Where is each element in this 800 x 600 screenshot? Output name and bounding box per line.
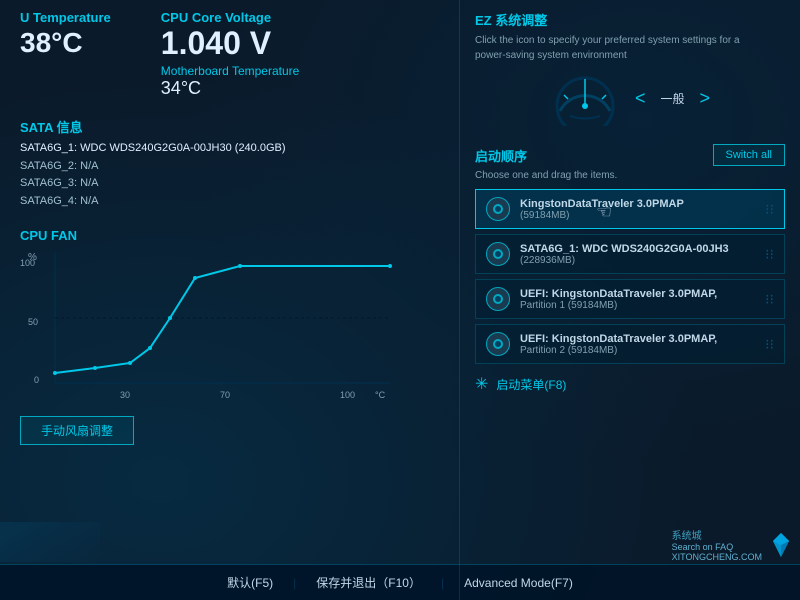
fan-title: CPU FAN bbox=[20, 228, 439, 243]
boot-item-2-text: SATA6G_1: WDC WDS240G2G0A-00JH3 (228936M… bbox=[520, 243, 765, 266]
boot-header: 启动顺序 Switch all bbox=[475, 144, 785, 166]
boot-title: 启动顺序 bbox=[475, 146, 527, 165]
right-panel: EZ 系统调整 Click the icon to specify your p… bbox=[460, 0, 800, 600]
boot-icon-4 bbox=[486, 332, 510, 356]
sata-item-3: SATA6G_3: N/A bbox=[20, 175, 439, 193]
svg-text:30: 30 bbox=[120, 390, 130, 400]
boot-device-3-name: UEFI: KingstonDataTraveler 3.0PMAP, bbox=[520, 288, 765, 300]
boot-menu: ✳ 启动菜单(F8) bbox=[475, 374, 785, 394]
sata-item-1: SATA6G_1: WDC WDS240G2G0A-00JH30 (240.0G… bbox=[20, 140, 439, 158]
svg-text:50: 50 bbox=[28, 317, 38, 327]
svg-text:0: 0 bbox=[34, 375, 39, 385]
boot-device-2-name: SATA6G_1: WDC WDS240G2G0A-00JH3 bbox=[520, 243, 765, 255]
fan-chart: % 100 50 0 30 70 100 °C bbox=[20, 248, 400, 408]
drag-dots-2: ⁝⁝ bbox=[765, 246, 774, 263]
boot-device-2-size: (228936MB) bbox=[520, 255, 765, 266]
boot-device-1-size: (59184MB) bbox=[520, 210, 765, 221]
boot-icon-1 bbox=[486, 197, 510, 221]
ez-title: EZ 系统调整 bbox=[475, 10, 785, 29]
mb-temp-label: Motherboard Temperature bbox=[161, 64, 300, 78]
cpu-core-voltage-label: CPU Core Voltage bbox=[161, 10, 300, 25]
boot-item-2[interactable]: SATA6G_1: WDC WDS240G2G0A-00JH3 (228936M… bbox=[475, 234, 785, 274]
sata4-label: SATA6G_4: N/A bbox=[20, 195, 98, 207]
svg-text:°C: °C bbox=[375, 390, 386, 400]
boot-item-3[interactable]: UEFI: KingstonDataTraveler 3.0PMAP, Part… bbox=[475, 279, 785, 319]
fan-section: CPU FAN % 100 50 0 30 70 100 bbox=[20, 228, 439, 445]
cursor-hand-1: ☜ bbox=[596, 202, 612, 223]
boot-item-3-text: UEFI: KingstonDataTraveler 3.0PMAP, Part… bbox=[520, 288, 765, 311]
cpu-temp-block: U Temperature 38°C bbox=[20, 10, 111, 59]
sata2-label: SATA6G_2: N/A bbox=[20, 160, 98, 172]
gauge-container: < 一般 > bbox=[475, 71, 785, 126]
boot-device-1-name: KingstonDataTraveler 3.0PMAP bbox=[520, 198, 765, 210]
left-panel: U Temperature 38°C CPU Core Voltage 1.04… bbox=[0, 0, 460, 600]
ez-section: EZ 系统调整 Click the icon to specify your p… bbox=[475, 10, 785, 134]
svg-text:70: 70 bbox=[220, 390, 230, 400]
boot-device-4-size: Partition 2 (59184MB) bbox=[520, 345, 765, 356]
mb-temp-value: 34°C bbox=[161, 78, 300, 99]
sata-section: SATA 信息 SATA6G_1: WDC WDS240G2G0A-00JH30… bbox=[20, 109, 439, 218]
boot-icon-inner-1 bbox=[493, 204, 503, 214]
sata-item-2: SATA6G_2: N/A bbox=[20, 158, 439, 176]
gauge-prev-btn[interactable]: < bbox=[635, 88, 646, 109]
sata-item-4: SATA6G_4: N/A bbox=[20, 193, 439, 211]
ez-desc: Click the icon to specify your preferred… bbox=[475, 33, 755, 63]
cpu-core-voltage-block: CPU Core Voltage 1.040 V Motherboard Tem… bbox=[161, 10, 300, 99]
sata1-label: SATA6G_1: WDC WDS240G2G0A-00JH30 (240.0G… bbox=[20, 142, 286, 154]
drag-dots-1: ⁝⁝ bbox=[765, 201, 774, 218]
switch-all-button[interactable]: Switch all bbox=[713, 144, 785, 166]
boot-section: 启动顺序 Switch all Choose one and drag the … bbox=[475, 144, 785, 590]
boot-menu-label: 启动菜单(F8) bbox=[496, 376, 566, 393]
gauge-next-btn[interactable]: > bbox=[700, 88, 711, 109]
sata3-label: SATA6G_3: N/A bbox=[20, 177, 98, 189]
temp-voltage-section: U Temperature 38°C CPU Core Voltage 1.04… bbox=[20, 10, 439, 99]
cpu-core-voltage-value: 1.040 V bbox=[161, 25, 300, 62]
drag-dots-3: ⁝⁝ bbox=[765, 291, 774, 308]
fan-manual-button[interactable]: 手动风扇调整 bbox=[20, 416, 134, 445]
boot-item-1-text: KingstonDataTraveler 3.0PMAP (59184MB) bbox=[520, 198, 765, 221]
gauge-label: 一般 bbox=[660, 90, 684, 107]
cpu-temp-label: U Temperature bbox=[20, 10, 111, 25]
cpu-temp-value: 38°C bbox=[20, 27, 111, 59]
boot-icon-inner-2 bbox=[493, 249, 503, 259]
svg-text:100: 100 bbox=[20, 258, 35, 268]
boot-item-1[interactable]: KingstonDataTraveler 3.0PMAP (59184MB) ⁝… bbox=[475, 189, 785, 229]
boot-device-3-size: Partition 1 (59184MB) bbox=[520, 300, 765, 311]
boot-subtitle: Choose one and drag the items. bbox=[475, 170, 785, 181]
fan-chart-svg: % 100 50 0 30 70 100 °C bbox=[20, 248, 400, 408]
boot-icon-inner-4 bbox=[493, 339, 503, 349]
gauge-icon bbox=[550, 71, 620, 126]
sata-title: SATA 信息 bbox=[20, 117, 439, 136]
boot-icon-3 bbox=[486, 287, 510, 311]
drag-dots-4: ⁝⁝ bbox=[765, 336, 774, 353]
boot-icon-inner-3 bbox=[493, 294, 503, 304]
boot-item-4[interactable]: UEFI: KingstonDataTraveler 3.0PMAP, Part… bbox=[475, 324, 785, 364]
boot-device-4-name: UEFI: KingstonDataTraveler 3.0PMAP, bbox=[520, 333, 765, 345]
boot-item-4-text: UEFI: KingstonDataTraveler 3.0PMAP, Part… bbox=[520, 333, 765, 356]
svg-text:100: 100 bbox=[340, 390, 355, 400]
boot-menu-icon: ✳ bbox=[475, 374, 488, 394]
boot-icon-2 bbox=[486, 242, 510, 266]
